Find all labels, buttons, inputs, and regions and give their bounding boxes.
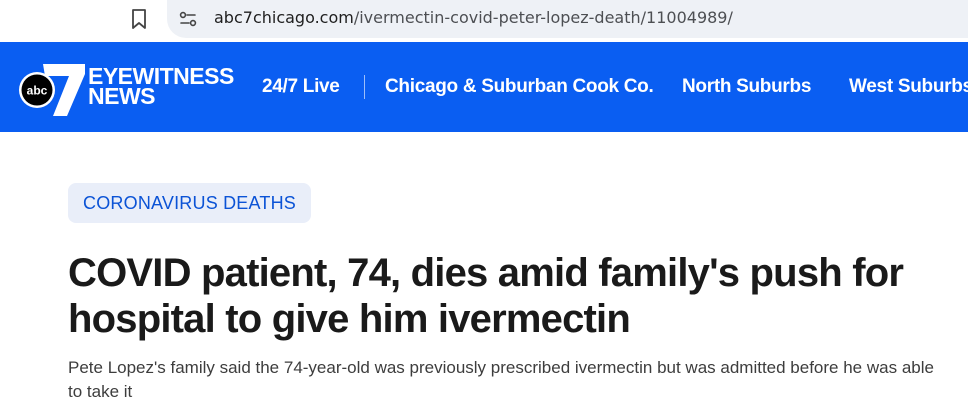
site-nav-bar: abc EYEWITNESS NEWS 24/7 Live Chicago & …: [0, 42, 968, 132]
abc7-logo[interactable]: abc: [15, 60, 87, 118]
brand-wordmark[interactable]: EYEWITNESS NEWS: [88, 65, 234, 109]
site-info-icon[interactable]: [178, 9, 198, 29]
category-tag[interactable]: CORONAVIRUS DEATHS: [68, 183, 311, 223]
logo-abc-text: abc: [27, 84, 48, 98]
nav-item-north-suburbs[interactable]: North Suburbs: [682, 76, 811, 98]
url-path: /ivermectin-covid-peter-lopez-death/1100…: [353, 8, 733, 27]
url-text[interactable]: abc7chicago.com/ivermectin-covid-peter-l…: [214, 8, 733, 27]
nav-item-247-live[interactable]: 24/7 Live: [262, 76, 340, 98]
bookmark-icon[interactable]: [129, 8, 149, 30]
browser-address-bar: abc7chicago.com/ivermectin-covid-peter-l…: [0, 0, 968, 42]
nav-divider: [364, 75, 365, 99]
url-host: abc7chicago.com: [214, 8, 354, 27]
article-headline: COVID patient, 74, dies amid family's pu…: [68, 251, 904, 341]
article-dek: Pete Lopez's family said the 74-year-old…: [68, 358, 934, 401]
brand-line-2: NEWS: [88, 83, 155, 109]
nav-item-chicago[interactable]: Chicago & Suburban Cook Co.: [385, 76, 654, 98]
nav-item-west-suburbs[interactable]: West Suburbs: [849, 76, 968, 98]
